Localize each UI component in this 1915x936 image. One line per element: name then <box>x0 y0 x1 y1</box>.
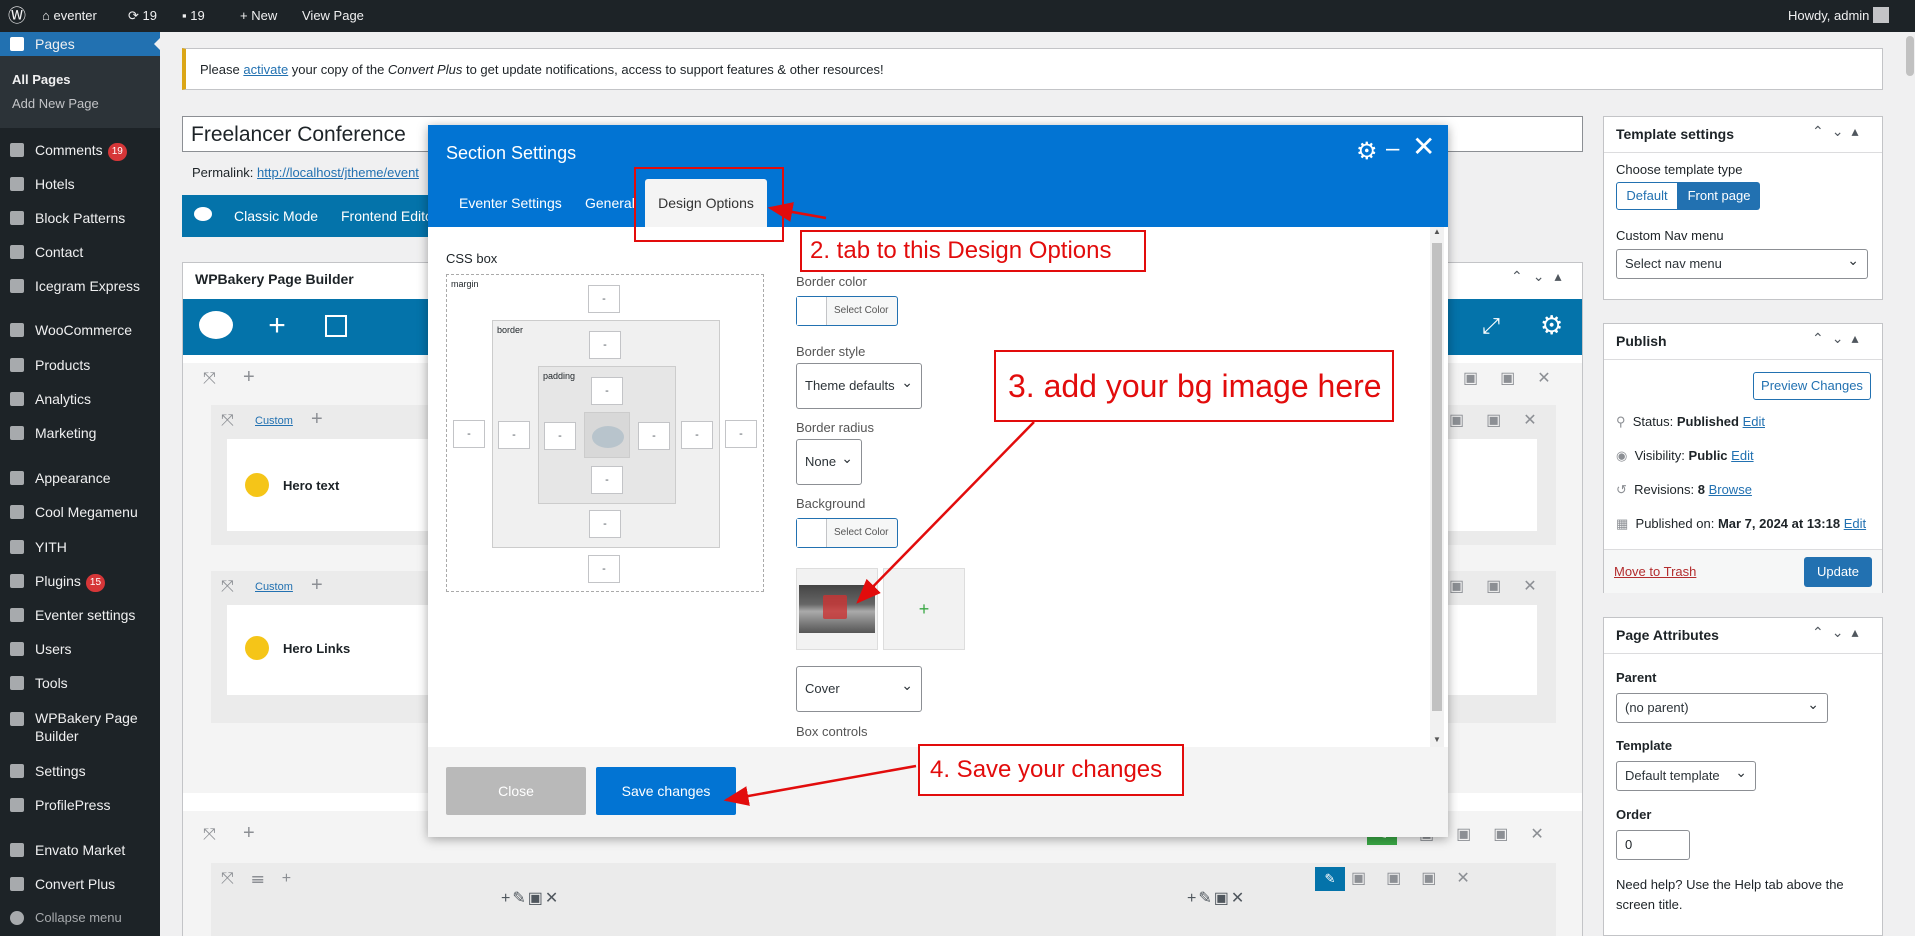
arrow-to-bg-image <box>856 421 1035 604</box>
arrow-to-save <box>723 764 917 806</box>
annotation-arrows <box>723 202 1035 806</box>
arrow-to-tab <box>767 202 827 222</box>
